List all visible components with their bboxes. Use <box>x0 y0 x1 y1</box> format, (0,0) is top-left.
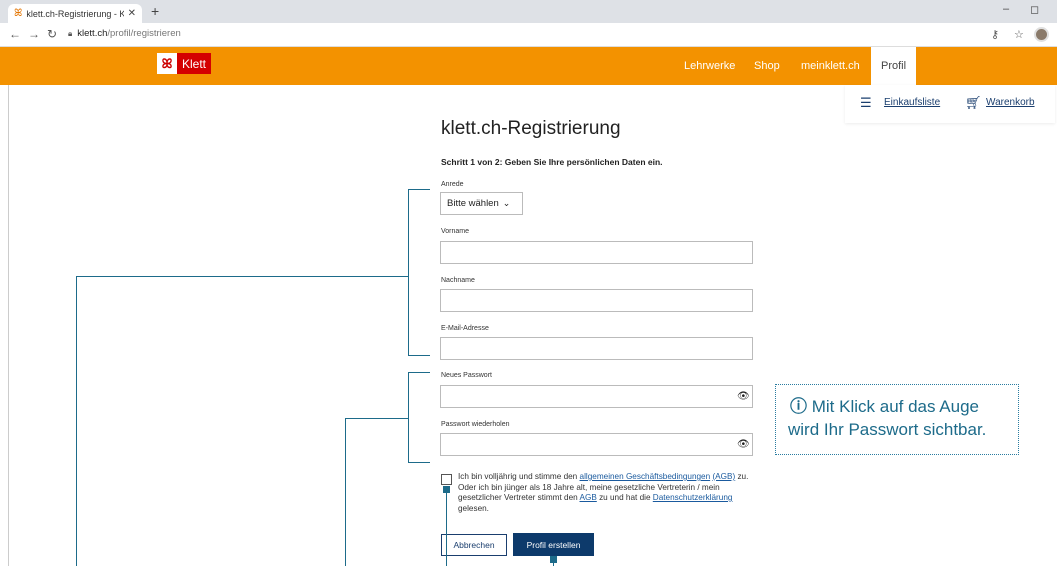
bracket-personal-data-bottom <box>408 355 430 356</box>
profile-avatar[interactable] <box>1034 27 1049 42</box>
password-repeat-input[interactable] <box>440 433 753 456</box>
email-input[interactable] <box>440 337 753 360</box>
password-label: Neues Passwort <box>441 372 492 379</box>
lock-icon: 🔒︎ <box>68 28 73 38</box>
password-input[interactable] <box>440 385 753 408</box>
klett-logo[interactable]: ꕤ Klett <box>157 53 212 74</box>
page-title: klett.ch-Registrierung <box>441 118 621 139</box>
tab-close-icon[interactable]: ✕ <box>128 8 136 19</box>
annotation-line-personal-h <box>76 276 409 277</box>
klett-logo-mark-icon: ꕤ <box>157 53 177 74</box>
key-icon[interactable]: ⚷ <box>991 28 999 41</box>
terms-text-part: gelesen. <box>458 503 489 513</box>
tab-title: klett.ch-Registrierung - Klett und <box>26 8 124 19</box>
cart-link[interactable]: Warenkorb <box>986 97 1035 108</box>
content-frame-edge <box>8 85 9 566</box>
bracket-personal-data-top <box>408 189 430 190</box>
star-icon[interactable]: ☆ <box>1014 28 1024 41</box>
create-profile-button[interactable]: Profil erstellen <box>513 533 594 556</box>
bracket-password-top <box>408 372 430 373</box>
terms-text-part: Ich bin volljährig und stimme den <box>458 472 580 481</box>
annotation-line-submit <box>553 558 554 566</box>
shopping-list-link[interactable]: Einkaufsliste <box>884 97 940 108</box>
annotation-line-password-v <box>345 418 346 566</box>
step-indicator: Schritt 1 von 2: Geben Sie Ihre persönli… <box>441 157 663 167</box>
salutation-label: Anrede <box>441 181 464 188</box>
url-path: /profil/registrieren <box>107 28 181 39</box>
reload-icon[interactable]: ↻ <box>47 27 57 41</box>
menu-item-meinklett[interactable]: meinklett.ch <box>801 47 860 85</box>
salutation-select[interactable]: Bitte wählen ⌄ <box>440 192 523 215</box>
browser-tab-bar: ꕤ klett.ch-Registrierung - Klett und ✕ +… <box>0 0 1057 23</box>
bracket-password-bottom <box>408 462 430 463</box>
agb-link-2[interactable]: AGB <box>580 493 597 502</box>
forward-icon[interactable]: → <box>28 27 40 41</box>
firstname-label: Vorname <box>441 228 470 235</box>
firstname-input[interactable] <box>440 241 753 264</box>
terms-link[interactable]: allgemeinen Geschäftsbedingungen <box>580 472 711 481</box>
annotation-line-personal-v <box>76 276 77 566</box>
back-icon[interactable]: ← <box>9 27 21 41</box>
terms-checkbox[interactable] <box>441 474 452 485</box>
hint-line-2: wird Ihr Passwort sichtbar. <box>788 420 987 439</box>
cart-icon[interactable]: 🛒︎ <box>965 95 982 111</box>
agb-link[interactable]: (AGB) <box>712 472 735 481</box>
salutation-value: Bitte wählen <box>447 198 499 209</box>
lastname-label: Nachname <box>441 277 475 284</box>
url-field[interactable]: 🔒︎ klett.ch/profil/registrieren <box>68 28 181 39</box>
terms-text: Ich bin volljährig und stimme den allgem… <box>458 472 758 514</box>
terms-text-part: zu und hat die <box>596 493 653 502</box>
info-icon: ⓘ <box>790 397 807 416</box>
menu-item-lehrwerke[interactable]: Lehrwerke <box>684 47 735 85</box>
url-host: klett.ch <box>77 28 108 39</box>
show-password-repeat-eye-icon[interactable]: 👁︎ <box>737 439 750 450</box>
logo-text: Klett <box>177 53 212 74</box>
klett-favicon-icon: ꕤ <box>14 8 23 19</box>
browser-tab[interactable]: ꕤ klett.ch-Registrierung - Klett und ✕ <box>8 4 142 23</box>
password-repeat-label: Passwort wiederholen <box>441 421 510 428</box>
menu-item-shop[interactable]: Shop <box>754 47 780 85</box>
privacy-link[interactable]: Datenschutzerklärung <box>653 493 733 502</box>
annotation-line-checkbox <box>446 490 447 566</box>
lastname-input[interactable] <box>440 289 753 312</box>
password-eye-hint: ⓘ Mit Klick auf das Auge wird Ihr Passwo… <box>775 384 1019 455</box>
minimize-button[interactable]: – <box>1003 3 1009 15</box>
list-icon[interactable]: ☰ <box>860 95 872 111</box>
annotation-line-password-h <box>345 418 409 419</box>
restore-button[interactable]: ◻ <box>1030 3 1039 16</box>
address-bar: ← → ↻ 🔒︎ klett.ch/profil/registrieren ⚷ … <box>0 23 1057 47</box>
hint-line-1: Mit Klick auf das Auge <box>811 397 979 416</box>
email-label: E-Mail-Adresse <box>441 325 489 332</box>
new-tab-button[interactable]: + <box>151 3 159 19</box>
bracket-personal-data <box>408 189 409 356</box>
show-password-eye-icon[interactable]: 👁︎ <box>737 391 750 402</box>
chevron-down-icon: ⌄ <box>502 198 511 208</box>
cancel-button[interactable]: Abbrechen <box>441 534 507 556</box>
menu-item-profil[interactable]: Profil <box>871 47 917 85</box>
